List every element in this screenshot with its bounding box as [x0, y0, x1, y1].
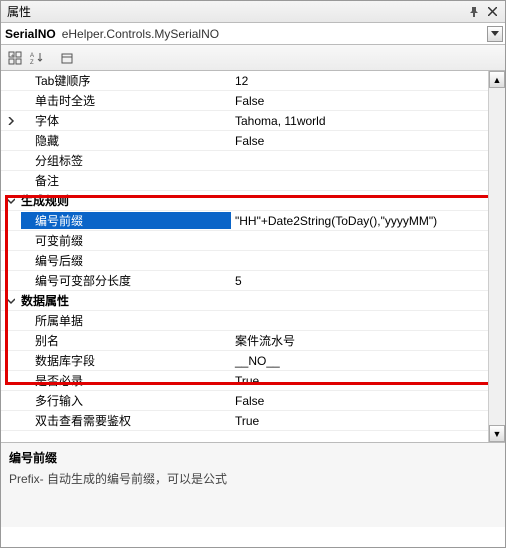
- description-panel: 编号前缀 Prefix- 自动生成的编号前缀，可以是公式: [1, 443, 505, 527]
- close-icon[interactable]: [485, 5, 499, 19]
- property-row[interactable]: 是否必录True: [1, 371, 488, 391]
- description-text: Prefix- 自动生成的编号前缀，可以是公式: [9, 470, 497, 487]
- property-grid[interactable]: Tab键顺序12单击时全选False字体Tahoma, 11world隐藏Fal…: [1, 71, 488, 442]
- expander-icon[interactable]: [1, 197, 21, 205]
- property-row[interactable]: 多行输入False: [1, 391, 488, 411]
- property-value[interactable]: False: [231, 134, 488, 148]
- property-row[interactable]: 编号前缀"HH"+Date2String(ToDay(),"yyyyMM"): [1, 211, 488, 231]
- property-row[interactable]: 编号可变部分长度5: [1, 271, 488, 291]
- pin-icon[interactable]: [467, 5, 481, 19]
- object-type: eHelper.Controls.MySerialNO: [62, 27, 487, 41]
- property-grid-container: Tab键顺序12单击时全选False字体Tahoma, 11world隐藏Fal…: [1, 71, 505, 443]
- scroll-down-button[interactable]: ▼: [489, 425, 505, 442]
- property-row[interactable]: 单击时全选False: [1, 91, 488, 111]
- property-label: 别名: [21, 332, 231, 349]
- categorize-button[interactable]: +: [5, 48, 25, 68]
- svg-text:+: +: [11, 53, 14, 59]
- property-label: 隐藏: [21, 132, 231, 149]
- property-row[interactable]: 字体Tahoma, 11world: [1, 111, 488, 131]
- property-row[interactable]: 分组标签: [1, 151, 488, 171]
- property-label: 所属单据: [21, 312, 231, 329]
- category-row[interactable]: 生成规则: [1, 191, 488, 211]
- property-label: 数据属性: [21, 292, 231, 309]
- property-value[interactable]: Tahoma, 11world: [231, 114, 488, 128]
- property-value[interactable]: "HH"+Date2String(ToDay(),"yyyyMM"): [231, 214, 488, 228]
- category-row[interactable]: 数据属性: [1, 291, 488, 311]
- property-label: 备注: [21, 172, 231, 189]
- property-value[interactable]: False: [231, 94, 488, 108]
- property-value[interactable]: 案件流水号: [231, 332, 488, 349]
- svg-text:Z: Z: [30, 60, 34, 65]
- expander-icon[interactable]: [1, 297, 21, 305]
- property-label: 单击时全选: [21, 92, 231, 109]
- property-label: 编号前缀: [21, 212, 231, 229]
- property-value[interactable]: __NO__: [231, 354, 488, 368]
- scroll-up-button[interactable]: ▲: [489, 71, 505, 88]
- property-label: 可变前缀: [21, 232, 231, 249]
- vertical-scrollbar[interactable]: ▲ ▼: [488, 71, 505, 442]
- property-label: 分组标签: [21, 152, 231, 169]
- property-value[interactable]: False: [231, 394, 488, 408]
- property-label: 多行输入: [21, 392, 231, 409]
- description-title: 编号前缀: [9, 449, 497, 466]
- property-row[interactable]: Tab键顺序12: [1, 71, 488, 91]
- property-row[interactable]: 所属单据: [1, 311, 488, 331]
- property-row[interactable]: 数据库字段__NO__: [1, 351, 488, 371]
- property-row[interactable]: 隐藏False: [1, 131, 488, 151]
- object-selector[interactable]: SerialNO eHelper.Controls.MySerialNO: [1, 23, 505, 45]
- property-row[interactable]: 可变前缀: [1, 231, 488, 251]
- property-row[interactable]: 别名案件流水号: [1, 331, 488, 351]
- property-label: 字体: [21, 112, 231, 129]
- property-value[interactable]: True: [231, 414, 488, 428]
- property-label: 生成规则: [21, 192, 231, 209]
- property-value[interactable]: 5: [231, 274, 488, 288]
- expander-icon[interactable]: [1, 117, 21, 125]
- property-row[interactable]: 编号后缀: [1, 251, 488, 271]
- property-row[interactable]: 双击查看需要鉴权True: [1, 411, 488, 431]
- property-pages-button[interactable]: [57, 48, 77, 68]
- object-name: SerialNO: [5, 27, 56, 41]
- property-label: 双击查看需要鉴权: [21, 412, 231, 429]
- toolbar: + AZ: [1, 45, 505, 71]
- property-label: 编号可变部分长度: [21, 272, 231, 289]
- panel-title: 属性: [7, 3, 463, 20]
- dropdown-icon[interactable]: [487, 26, 503, 42]
- titlebar: 属性: [1, 1, 505, 23]
- svg-text:A: A: [30, 53, 34, 59]
- property-label: 数据库字段: [21, 352, 231, 369]
- property-value[interactable]: True: [231, 374, 488, 388]
- property-label: 是否必录: [21, 372, 231, 389]
- property-value[interactable]: 12: [231, 74, 488, 88]
- property-label: 编号后缀: [21, 252, 231, 269]
- property-row[interactable]: 备注: [1, 171, 488, 191]
- property-label: Tab键顺序: [21, 72, 231, 89]
- sort-alpha-button[interactable]: AZ: [27, 48, 47, 68]
